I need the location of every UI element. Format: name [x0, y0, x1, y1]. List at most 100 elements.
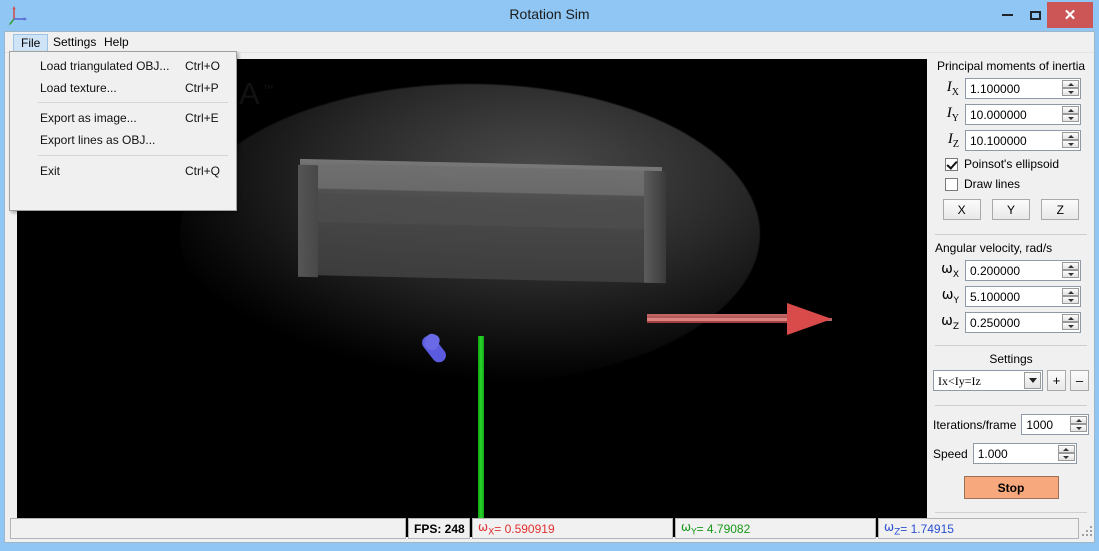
menu-settings[interactable]: Settings — [46, 34, 103, 51]
speed-label: Speed — [933, 446, 968, 461]
speed-spin-buttons[interactable] — [1057, 445, 1075, 462]
add-preset-button[interactable]: + — [1047, 370, 1066, 391]
rigid-body-right-cap — [644, 170, 666, 284]
inertia-iy-input[interactable] — [966, 105, 1058, 124]
inertia-section-title: Principal moments of inertia — [936, 59, 1086, 73]
spinner-down-icon[interactable] — [1062, 270, 1079, 278]
spinner-down-icon[interactable] — [1062, 140, 1079, 148]
iterations-stepper[interactable] — [1021, 414, 1089, 435]
stop-button[interactable]: Stop — [963, 476, 1059, 499]
omega-row-y: ωY — [933, 286, 1089, 307]
omega-label-y: ωY — [941, 287, 959, 306]
omega-z-spin-buttons[interactable] — [1062, 314, 1079, 331]
omega-z-input[interactable] — [966, 313, 1058, 332]
inertia-iy-stepper[interactable] — [965, 104, 1081, 125]
spinner-up-icon[interactable] — [1062, 288, 1079, 296]
inertia-iy-spin-buttons[interactable] — [1062, 106, 1079, 123]
rigid-body-left-cap — [298, 164, 318, 278]
speed-stepper[interactable] — [972, 443, 1077, 464]
spinner-down-icon[interactable] — [1062, 296, 1079, 304]
spinner-down-icon[interactable] — [1062, 322, 1079, 330]
settings-preset-select[interactable]: Ix<Iy=Iz — [933, 370, 1043, 391]
settings-preset-value: Ix<Iy=Iz — [938, 374, 981, 388]
angular-velocity-section-title: Angular velocity, rad/s — [935, 241, 1053, 255]
spinner-up-icon[interactable] — [1062, 80, 1079, 88]
status-bar: FPS: 248 ωX = 0.590919 ωY = 4.79082 ωZ =… — [4, 516, 1095, 543]
spinner-up-icon[interactable] — [1062, 132, 1079, 140]
spinner-down-icon[interactable] — [1070, 424, 1087, 432]
status-panel-omega-y: ωY = 4.79082 — [675, 518, 876, 539]
inertia-ix-spin-buttons[interactable] — [1062, 80, 1079, 97]
checkbox-draw-lines[interactable] — [945, 177, 958, 191]
menu-item-label: Exit — [40, 164, 61, 178]
spinner-up-icon[interactable] — [1062, 262, 1079, 270]
inertia-sub-y: Y — [951, 113, 959, 124]
omega-z-stepper[interactable] — [965, 312, 1081, 333]
omega-row-x: ωX — [933, 260, 1089, 281]
file-dropdown-menu: Load triangulated OBJ... Ctrl+O Load tex… — [9, 51, 237, 211]
omega-y-input[interactable] — [966, 287, 1058, 306]
omega-y-stepper[interactable] — [965, 286, 1081, 307]
rigid-body — [300, 162, 662, 284]
axis-button-y[interactable]: Y — [991, 199, 1030, 220]
inertia-iz-input[interactable] — [966, 131, 1058, 150]
axis-button-z[interactable]: Z — [1041, 199, 1080, 220]
inertia-label-ix: IX — [946, 79, 959, 98]
spinner-up-icon[interactable] — [1062, 106, 1079, 114]
minimize-icon — [1001, 14, 1013, 16]
resize-grip[interactable] — [1082, 526, 1095, 539]
menu-item-exit[interactable]: Exit Ctrl+Q — [11, 161, 237, 183]
spinner-down-icon[interactable] — [1062, 114, 1079, 122]
window-title: Rotation Sim — [509, 6, 590, 22]
omega-y-spin-buttons[interactable] — [1062, 288, 1079, 305]
iterations-input[interactable] — [1022, 415, 1071, 434]
checkbox-poinsot-ellipsoid[interactable] — [945, 157, 958, 171]
omega-x-symbol: ωX — [478, 519, 495, 538]
inertia-row-iz: IZ — [933, 130, 1089, 151]
omega-z-value: = 1.74915 — [900, 521, 954, 536]
spinner-up-icon[interactable] — [1057, 445, 1075, 453]
axis-button-x[interactable]: X — [942, 199, 981, 220]
inertia-ix-stepper[interactable] — [965, 78, 1081, 99]
omega-x-spin-buttons[interactable] — [1062, 262, 1079, 279]
close-button[interactable]: ✕ — [1047, 2, 1093, 28]
omega-x-input[interactable] — [966, 261, 1058, 280]
inertia-iz-spin-buttons[interactable] — [1062, 132, 1079, 149]
settings-section-title: Settings — [989, 352, 1033, 366]
spinner-down-icon[interactable] — [1057, 453, 1075, 461]
menu-item-export-image[interactable]: Export as image... Ctrl+E — [11, 108, 237, 130]
inertia-label-iz: IZ — [947, 131, 959, 150]
checkbox-row-draw-lines[interactable]: Draw lines — [945, 177, 1089, 191]
divider-3 — [935, 405, 1087, 406]
inertia-iz-stepper[interactable] — [965, 130, 1081, 151]
inertia-sub-x: X — [951, 87, 959, 98]
omega-x-stepper[interactable] — [965, 260, 1081, 281]
omega-label-z: ωZ — [941, 313, 959, 332]
checkbox-label-poinsot-ellipsoid: Poinsot's ellipsoid — [964, 157, 1060, 171]
inertia-ix-input[interactable] — [966, 79, 1058, 98]
menu-item-accelerator: Ctrl+P — [185, 81, 219, 95]
menu-separator — [38, 155, 228, 156]
remove-preset-button[interactable]: – — [1070, 370, 1089, 391]
menu-item-export-lines-obj[interactable]: Export lines as OBJ... — [11, 130, 237, 152]
inertia-row-ix: IX — [933, 78, 1089, 99]
spinner-up-icon[interactable] — [1062, 314, 1079, 322]
menu-item-label: Export as image... — [40, 111, 137, 125]
spinner-down-icon[interactable] — [1062, 88, 1079, 96]
menu-help[interactable]: Help — [97, 34, 136, 51]
menu-item-load-texture[interactable]: Load texture... Ctrl+P — [11, 78, 237, 100]
status-panel-empty — [10, 518, 406, 539]
iterations-label: Iterations/frame — [933, 417, 1017, 432]
control-panel: Principal moments of inertia IX IY — [933, 59, 1089, 537]
menu-item-accelerator: Ctrl+O — [185, 59, 221, 73]
inertia-label-iy: IY — [946, 105, 959, 124]
menu-item-label: Export lines as OBJ... — [40, 133, 156, 147]
chevron-down-icon[interactable] — [1024, 372, 1041, 389]
title-bar: Rotation Sim ✕ — [0, 0, 1099, 31]
checkbox-row-ellipsoid[interactable]: Poinsot's ellipsoid — [945, 157, 1089, 171]
menu-item-load-obj[interactable]: Load triangulated OBJ... Ctrl+O — [11, 56, 237, 78]
spinner-up-icon[interactable] — [1070, 416, 1087, 424]
speed-input[interactable] — [973, 444, 1056, 463]
status-panel-omega-x: ωX = 0.590919 — [472, 518, 673, 539]
iterations-spin-buttons[interactable] — [1070, 416, 1087, 433]
